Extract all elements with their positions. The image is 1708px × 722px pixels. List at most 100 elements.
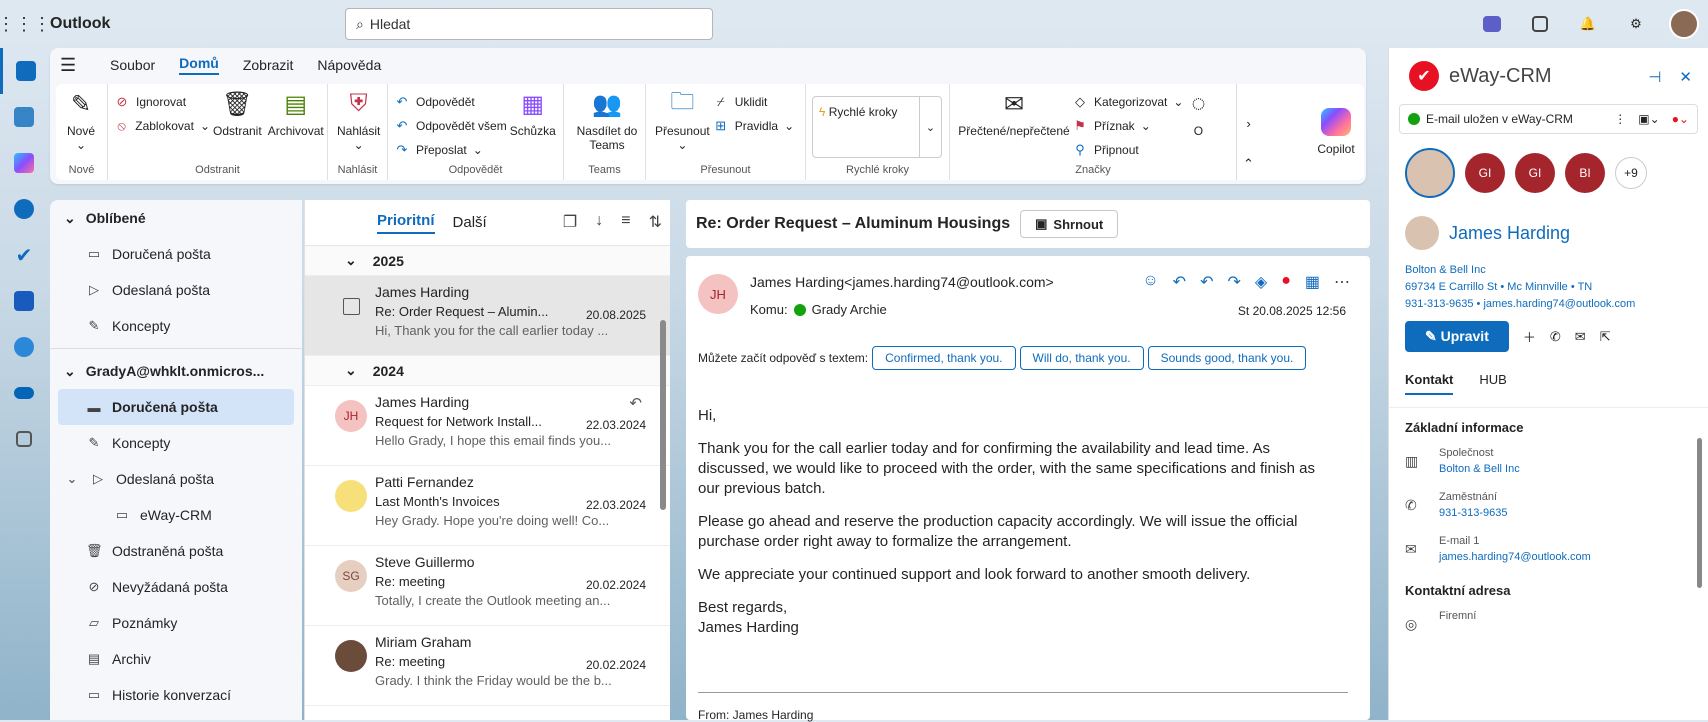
reply-all-button[interactable]: ↶ Odpovědět všem	[394, 114, 507, 138]
reply-all-icon[interactable]: ↶	[1200, 272, 1213, 292]
task-icon[interactable]: ▣⌄	[1638, 112, 1659, 126]
folder-eway[interactable]: ▭ eWay-CRM	[50, 497, 302, 533]
summarize-button[interactable]: ▣ Shrnout	[1020, 210, 1119, 238]
archive-button[interactable]: ▤ Archivovat	[268, 88, 324, 139]
add-icon[interactable]: ＋	[1523, 327, 1536, 346]
folder-notes[interactable]: ▱ Poznámky	[50, 605, 302, 641]
close-icon[interactable]: ✕	[1679, 68, 1692, 86]
new-button[interactable]: ✎ Nové ⌄	[65, 88, 97, 153]
eway-menu-icon[interactable]: ●⌄	[1672, 112, 1689, 126]
fav-inbox[interactable]: ▭ Doručená pošta	[50, 236, 302, 272]
list-item[interactable]: Miriam Graham Re: meeting Grady. I think…	[305, 626, 670, 706]
apps-icon[interactable]: ▦	[1305, 272, 1320, 292]
contact-name[interactable]: James Harding	[1449, 223, 1570, 244]
email-link[interactable]: james.harding74@outlook.com	[1439, 551, 1591, 563]
forward-button[interactable]: ↷ Přeposlat ⌄	[394, 138, 507, 162]
people-icon[interactable]	[0, 186, 48, 232]
mail-icon[interactable]: ✉	[1575, 329, 1586, 345]
sweep-button[interactable]: ⌿ Uklidit	[713, 90, 794, 114]
contact-company[interactable]: Bolton & Bell Inc	[1405, 262, 1692, 279]
scrollbar[interactable]	[1697, 438, 1702, 588]
phone-icon[interactable]: ✆	[1550, 329, 1561, 345]
folder-deleted[interactable]: 🗑 Odstraněná pošta	[50, 533, 302, 569]
folder-inbox[interactable]: ▬ Doručená pošta	[58, 389, 294, 425]
tab-contact[interactable]: Kontakt	[1405, 372, 1454, 395]
collapse-ribbon-icon[interactable]: ⌃	[1243, 156, 1254, 172]
suggested-reply-button[interactable]: Sounds good, thank you.	[1147, 346, 1307, 370]
todo-icon[interactable]	[1516, 0, 1564, 48]
todo-app-icon[interactable]: ✔	[0, 232, 48, 278]
read-unread-button[interactable]: ✉ Přečtené/nepřečtené	[958, 88, 1069, 162]
scrollbar[interactable]	[660, 320, 666, 510]
jump-icon[interactable]: ↓	[595, 212, 603, 232]
list-item[interactable]: Patti Fernandez Last Month's Invoices He…	[305, 466, 670, 546]
folder-history[interactable]: ▭ Historie konverzací	[50, 677, 302, 713]
select-icon[interactable]: ❐	[563, 212, 577, 232]
list-item[interactable]: James Harding Re: Order Request – Alumin…	[305, 276, 670, 356]
ignore-button[interactable]: ⊘ Ignorovat	[114, 90, 210, 114]
word-icon[interactable]	[0, 278, 48, 324]
avatar[interactable]	[1660, 0, 1708, 48]
overflow-button[interactable]: ◌ O	[1186, 88, 1210, 162]
app-launcher-icon[interactable]: ⋮⋮⋮	[0, 0, 51, 48]
chevron-down-icon[interactable]: ⌄	[919, 97, 941, 157]
more-avatars-button[interactable]: +9	[1615, 157, 1647, 189]
sort-icon[interactable]: ⇅	[649, 212, 662, 232]
share-icon[interactable]: ⇱	[1600, 329, 1611, 345]
mail-icon[interactable]	[0, 48, 48, 94]
list-item[interactable]: JH James Harding Request for Network Ins…	[305, 386, 670, 466]
tab-hub[interactable]: HUB	[1479, 372, 1506, 395]
pin-icon[interactable]: ⊣	[1648, 68, 1661, 86]
related-avatar[interactable]: GI	[1515, 153, 1555, 193]
more-apps-icon[interactable]	[0, 416, 48, 462]
tab-home[interactable]: Domů	[179, 55, 219, 75]
tab-other[interactable]: Další	[453, 214, 487, 231]
company-link[interactable]: Bolton & Bell Inc	[1439, 463, 1520, 475]
contact-address[interactable]: 69734 E Carrillo St • Mc Minnville • TN	[1405, 279, 1692, 296]
delete-button[interactable]: 🗑 Odstranit	[213, 88, 262, 139]
fav-drafts[interactable]: ✎ Koncepty	[50, 308, 302, 344]
emoji-icon[interactable]: ☺	[1142, 272, 1158, 292]
quick-steps-box[interactable]: ϟ Rychlé kroky ⌄	[812, 96, 942, 158]
folder-drafts[interactable]: ✎ Koncepty	[50, 425, 302, 461]
account-header[interactable]: ⌄ GradyA@whklt.onmicros...	[50, 353, 302, 389]
move-button[interactable]: 🗀 Přesunout ⌄	[655, 88, 710, 153]
fav-sent[interactable]: ▷ Odeslaná pošta	[50, 272, 302, 308]
edit-button[interactable]: ✎ Upravit	[1405, 321, 1509, 352]
copilot-button[interactable]: Copilot	[1308, 84, 1364, 180]
sender-address[interactable]: James Harding<james.harding74@outlook.co…	[750, 274, 1054, 290]
settings-icon[interactable]: ⚙	[1612, 0, 1660, 48]
checkbox[interactable]	[343, 298, 360, 315]
list-item[interactable]: SG Steve Guillermo Re: meeting Totally, …	[305, 546, 670, 626]
recipient-name[interactable]: Grady Archie	[812, 302, 887, 317]
forward-icon[interactable]: ↷	[1227, 272, 1240, 292]
eway-icon[interactable]: ●	[1281, 272, 1291, 292]
block-button[interactable]: ⦸ Zablokovat ⌄	[114, 114, 210, 138]
reply-icon[interactable]: ↶	[1173, 272, 1186, 292]
hamburger-icon[interactable]: ☰	[60, 55, 86, 76]
tab-file[interactable]: Soubor	[110, 57, 155, 73]
contact-line[interactable]: 931-313-9635 • james.harding74@outlook.c…	[1405, 296, 1692, 313]
bell-icon[interactable]: 🔔	[1564, 0, 1612, 48]
categorize-button[interactable]: ◇ Kategorizovat ⌄	[1072, 90, 1183, 114]
onedrive-icon[interactable]	[0, 370, 48, 416]
calendar-icon[interactable]	[0, 94, 48, 140]
group-header-2025[interactable]: ⌄ 2025	[305, 246, 670, 276]
favorites-header[interactable]: ⌄ Oblíbené	[50, 200, 302, 236]
related-avatar[interactable]: BI	[1565, 153, 1605, 193]
pin-button[interactable]: ⚲ Připnout	[1072, 138, 1183, 162]
group-header-2024[interactable]: ⌄ 2024	[305, 356, 670, 386]
tab-view[interactable]: Zobrazit	[243, 57, 294, 73]
rules-button[interactable]: ⊞ Pravidla ⌄	[713, 114, 794, 138]
meeting-button[interactable]: ▦ Schůzka	[510, 88, 556, 162]
more-icon[interactable]: ⋯	[1334, 272, 1350, 292]
search-input[interactable]: ⌕ Hledat	[345, 8, 713, 40]
folder-archive[interactable]: ▤ Archiv	[50, 641, 302, 677]
phone-link[interactable]: 931-313-9635	[1439, 507, 1508, 519]
reply-button[interactable]: ↶ Odpovědět	[394, 90, 507, 114]
chevron-right-icon[interactable]: ›	[1246, 116, 1250, 131]
tab-help[interactable]: Nápověda	[317, 57, 381, 73]
loop-icon[interactable]: ◈	[1255, 272, 1267, 292]
share-teams-button[interactable]: 👥 Nasdílet do Teams	[573, 88, 641, 153]
report-button[interactable]: ⛨ Nahlásit ⌄	[337, 88, 380, 152]
